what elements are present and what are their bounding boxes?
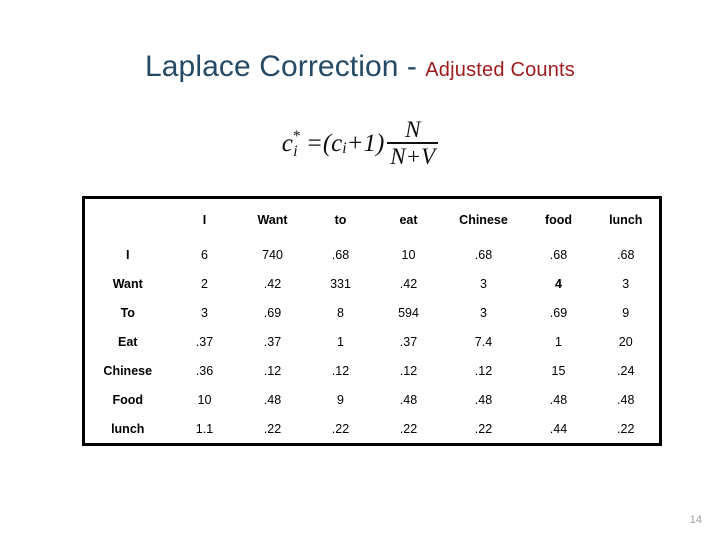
cell-lunch-want: .22 [263,421,282,436]
cell-want-chinese: 3 [480,276,487,291]
table-corner-cell [84,198,171,241]
cell-to-chinese: 3 [480,305,487,320]
page-title-main: Laplace Correction [144,50,399,83]
cell-food-lunch: .48 [617,392,635,407]
cell-chinese-food: 15 [551,363,566,378]
formula-lhs-subscript: i [293,143,298,161]
table-row: Food 10 .48 9 .48 .48 .48 .48 [84,385,661,414]
cell-i-lunch: .68 [617,247,635,262]
cell-eat-eat: .37 [399,334,418,349]
table-row: I 6 740 .68 10 .68 .68 .68 [84,240,661,269]
laplace-formula: c*i = ( ci +1 ) N N+V [0,118,720,169]
row-header-to: To [120,305,135,320]
row-header-chinese: Chinese [103,363,153,378]
formula-plus-one: +1 [346,129,376,157]
cell-i-want: 740 [262,247,283,262]
formula-lhs-base: c [281,129,293,157]
cell-to-to: 8 [337,305,344,320]
table-body: I Want to eat Chinese food lunch I 6 740 .68 10 .68.… [84,198,661,445]
cell-eat-i: .37 [195,334,214,349]
table-row: Chinese .36 .12 .12 .12 .12 15 .24 [84,356,661,385]
formula-close-paren: ) [375,129,385,157]
cell-to-want: .69 [263,305,282,320]
cell-i-chinese: .68 [474,247,493,262]
cell-want-eat: .42 [399,276,418,291]
cell-want-lunch: 3 [622,276,630,291]
cell-want-i: 2 [201,276,208,291]
cell-eat-lunch: 20 [618,334,633,349]
cell-want-to: 331 [330,276,351,291]
page-title-subtitle: Adjusted Counts [425,59,576,81]
table-header-row: I Want to eat Chinese food lunch [84,198,661,241]
cell-to-food: .69 [549,305,568,320]
table-row: Eat .37 .37 1 .37 7.4 1 20 [84,327,661,356]
row-header-i: I [126,247,130,262]
cell-lunch-to: .22 [331,421,350,436]
table-row: To 3 .69 8 594 3 .69 9 [84,298,661,327]
cell-i-eat: 10 [401,247,416,262]
column-header-chinese: Chinese [459,212,508,227]
cell-want-food: 4 [555,276,562,291]
cell-food-food: .48 [549,392,568,407]
cell-chinese-want: .12 [263,363,282,378]
page-number: 14 [689,514,702,526]
cell-eat-to: 1 [337,334,344,349]
cell-chinese-lunch: .24 [617,363,635,378]
table-row: lunch 1.1 .22 .22 .22 .22 .44 .22 [84,414,661,445]
cell-to-eat: 594 [398,305,419,320]
cell-chinese-chinese: .12 [474,363,493,378]
formula-equals-sign: = [305,129,323,157]
cell-food-eat: .48 [399,392,418,407]
cell-food-chinese: .48 [474,392,493,407]
cell-to-i: 3 [201,305,208,320]
row-header-food: Food [112,392,144,407]
cell-food-want: .48 [263,392,282,407]
cell-food-to: 9 [337,392,344,407]
cell-lunch-eat: .22 [399,421,418,436]
cell-lunch-chinese: .22 [474,421,493,436]
cell-food-i: 10 [197,392,212,407]
formula-fraction-denominator: N+V [387,142,439,169]
column-header-to: to [334,212,347,227]
table-row: Want 2 .42 331 .42 3 4 3 [84,269,661,298]
cell-want-want: .42 [263,276,282,291]
cell-chinese-eat: .12 [399,363,418,378]
row-header-lunch: lunch [111,421,145,436]
cell-chinese-i: .36 [195,363,214,378]
formula-rhs-subscript: i [342,139,347,157]
adjusted-counts-table: I Want to eat Chinese food lunch I 6 740 .68 10 .68.… [82,196,662,446]
column-header-lunch: lunch [609,212,643,227]
cell-lunch-i: 1.1 [195,421,214,436]
formula-fraction: N N+V [387,117,439,169]
formula-rhs-base: c [331,129,343,157]
cell-eat-chinese: 7.4 [474,334,493,349]
cell-i-food: .68 [549,247,568,262]
cell-to-lunch: 9 [622,305,630,320]
formula-fraction-numerator: N [405,117,421,142]
cell-lunch-lunch: .22 [617,421,635,436]
row-header-want: Want [112,276,143,291]
formula-expression: c*i = ( ci +1 ) N N+V [281,117,439,169]
page-title: Laplace Correction - Adjusted Counts [0,50,720,84]
column-header-i: I [202,212,207,227]
cell-eat-food: 1 [555,334,562,349]
column-header-food: food [544,212,573,227]
column-header-want: Want [257,212,288,227]
formula-lhs-variable: c*i [281,129,305,159]
column-header-eat: eat [399,212,418,227]
page-title-dash: - [398,50,426,83]
cell-i-to: .68 [331,247,350,262]
row-header-eat: Eat [118,334,138,349]
formula-open-paren: ( [322,129,332,157]
cell-eat-want: .37 [263,334,282,349]
cell-chinese-to: .12 [331,363,350,378]
cell-lunch-food: .44 [549,421,568,436]
cell-i-i: 6 [201,247,208,262]
